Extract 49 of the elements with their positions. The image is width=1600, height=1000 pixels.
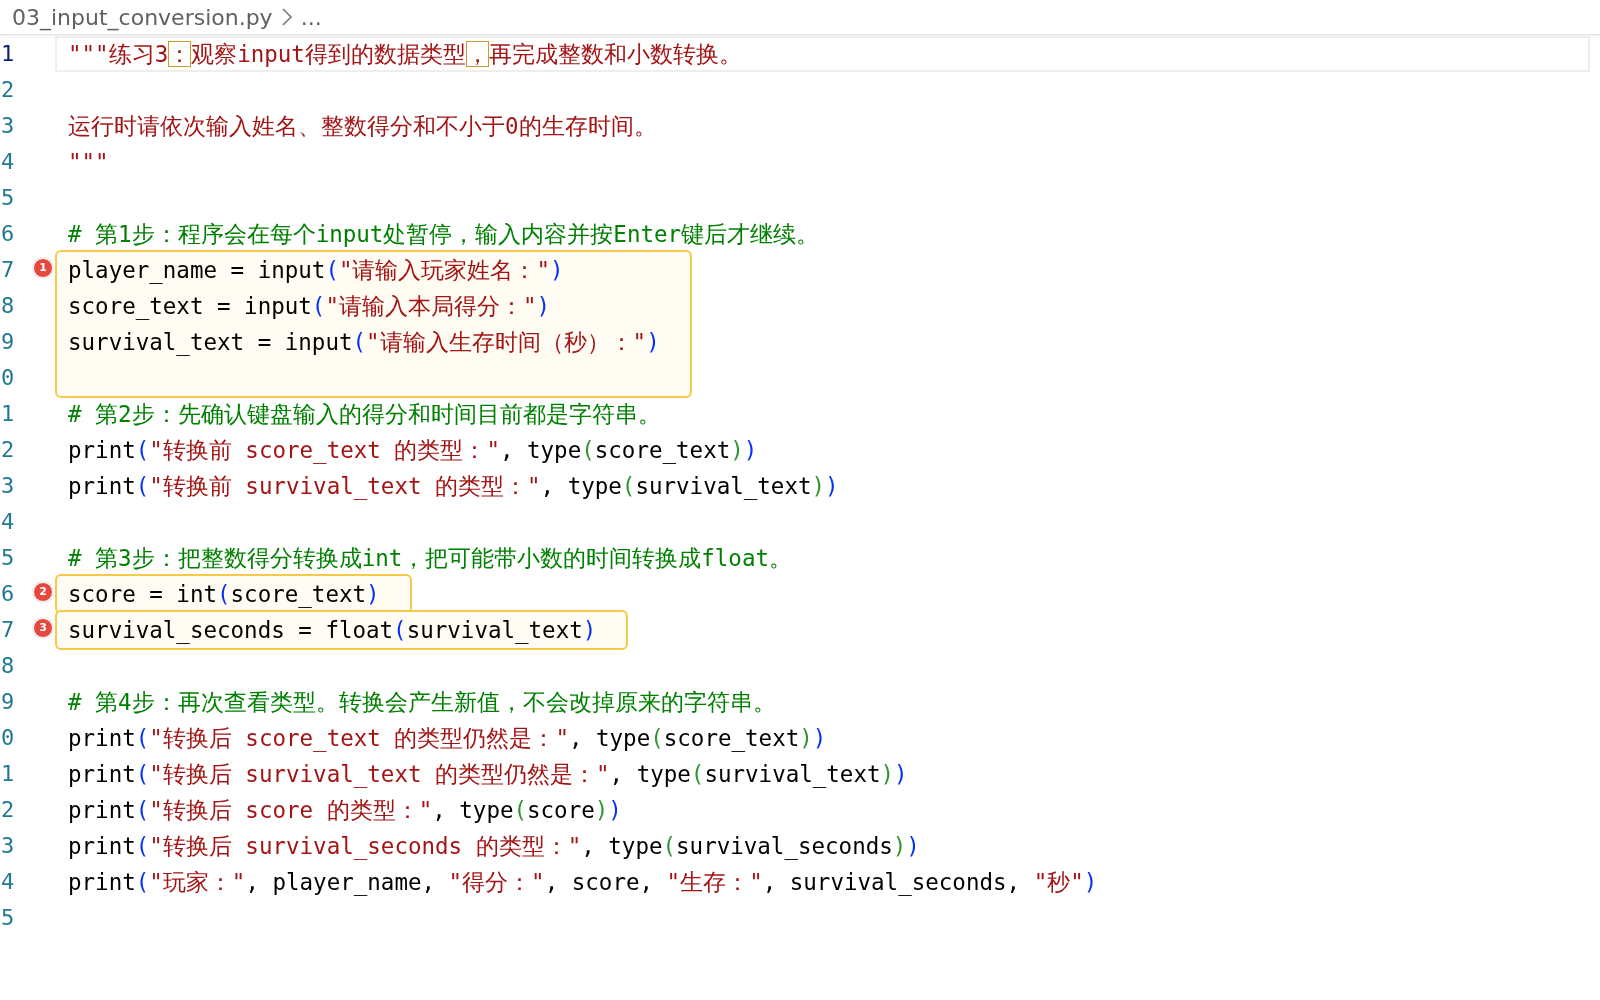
code-line: player_name = input("请输入玩家姓名：") <box>67 256 565 286</box>
annotation-badge: 3 <box>33 618 53 638</box>
line-number: 2 <box>0 76 16 104</box>
line-number: 1 <box>0 760 16 788</box>
code-line: print("转换后 survival_seconds 的类型：", type(survival_seconds)) <box>67 832 921 862</box>
code-line: print("转换前 score_text 的类型：", type(score_text)) <box>67 436 759 466</box>
code-line: score = int(score_text) <box>67 580 380 610</box>
code-line: """ <box>67 148 110 177</box>
code-line: 运行时请依次输入姓名、整数得分和不小于0的生存时间。 <box>67 112 658 141</box>
code-line: # 第4步：再次查看类型。转换会产生新值，不会改掉原来的字符串。 <box>67 688 777 717</box>
line-number: 0 <box>0 364 16 392</box>
file-breadcrumb[interactable]: 03_input_conversion.py <box>12 4 273 30</box>
line-number: 1 <box>0 400 16 428</box>
code-line: survival_text = input("请输入生存时间（秒）：") <box>67 328 660 358</box>
line-number: 4 <box>0 148 16 176</box>
line-number: 9 <box>0 688 16 716</box>
line-number: 7 <box>0 616 16 644</box>
code-line: score_text = input("请输入本局得分：") <box>67 292 552 322</box>
line-number: 8 <box>0 652 16 680</box>
line-number: 8 <box>0 292 16 320</box>
line-number: 2 <box>0 796 16 824</box>
line-number: 3 <box>0 472 16 500</box>
line-number: 5 <box>0 904 16 932</box>
annotation-badge: 2 <box>33 582 53 602</box>
code-line: # 第3步：把整数得分转换成int，把可能带小数的时间转换成float。 <box>67 544 793 573</box>
line-number: 5 <box>0 184 16 212</box>
annotation-badge: 1 <box>33 258 53 278</box>
code-line: print("转换后 score 的类型：", type(score)) <box>67 796 623 825</box>
code-line: print("转换前 survival_text 的类型：", type(survival_text)) <box>67 472 840 502</box>
breadcrumb-more[interactable]: ... <box>300 4 322 30</box>
line-number: 6 <box>0 580 16 608</box>
line-number: 9 <box>0 328 16 356</box>
code-line: print("转换后 score_text 的类型仍然是：", type(score_text)) <box>67 724 828 754</box>
line-number: 1 <box>0 40 16 68</box>
code-line: survival_seconds = float(survival_text) <box>67 616 597 646</box>
line-number: 3 <box>0 832 16 860</box>
line-number: 7 <box>0 256 16 284</box>
code-line: # 第1步：程序会在每个input处暂停，输入内容并按Enter键后才继续。 <box>67 220 821 249</box>
line-number: 0 <box>0 724 16 752</box>
line-number: 4 <box>0 508 16 536</box>
code-line: print("玩家：", player_name, "得分：", score, "生存：", survival_seconds, "秒") <box>67 868 1099 898</box>
line-number: 4 <box>0 868 16 896</box>
line-number: 3 <box>0 112 16 140</box>
chevron-right-icon <box>280 7 293 27</box>
code-line: print("转换后 survival_text 的类型仍然是：", type(survival_text)) <box>67 760 909 790</box>
code-line: # 第2步：先确认键盘输入的得分和时间目前都是字符串。 <box>67 400 662 429</box>
line-number: 5 <box>0 544 16 572</box>
line-number: 6 <box>0 220 16 248</box>
line-number: 2 <box>0 436 16 464</box>
